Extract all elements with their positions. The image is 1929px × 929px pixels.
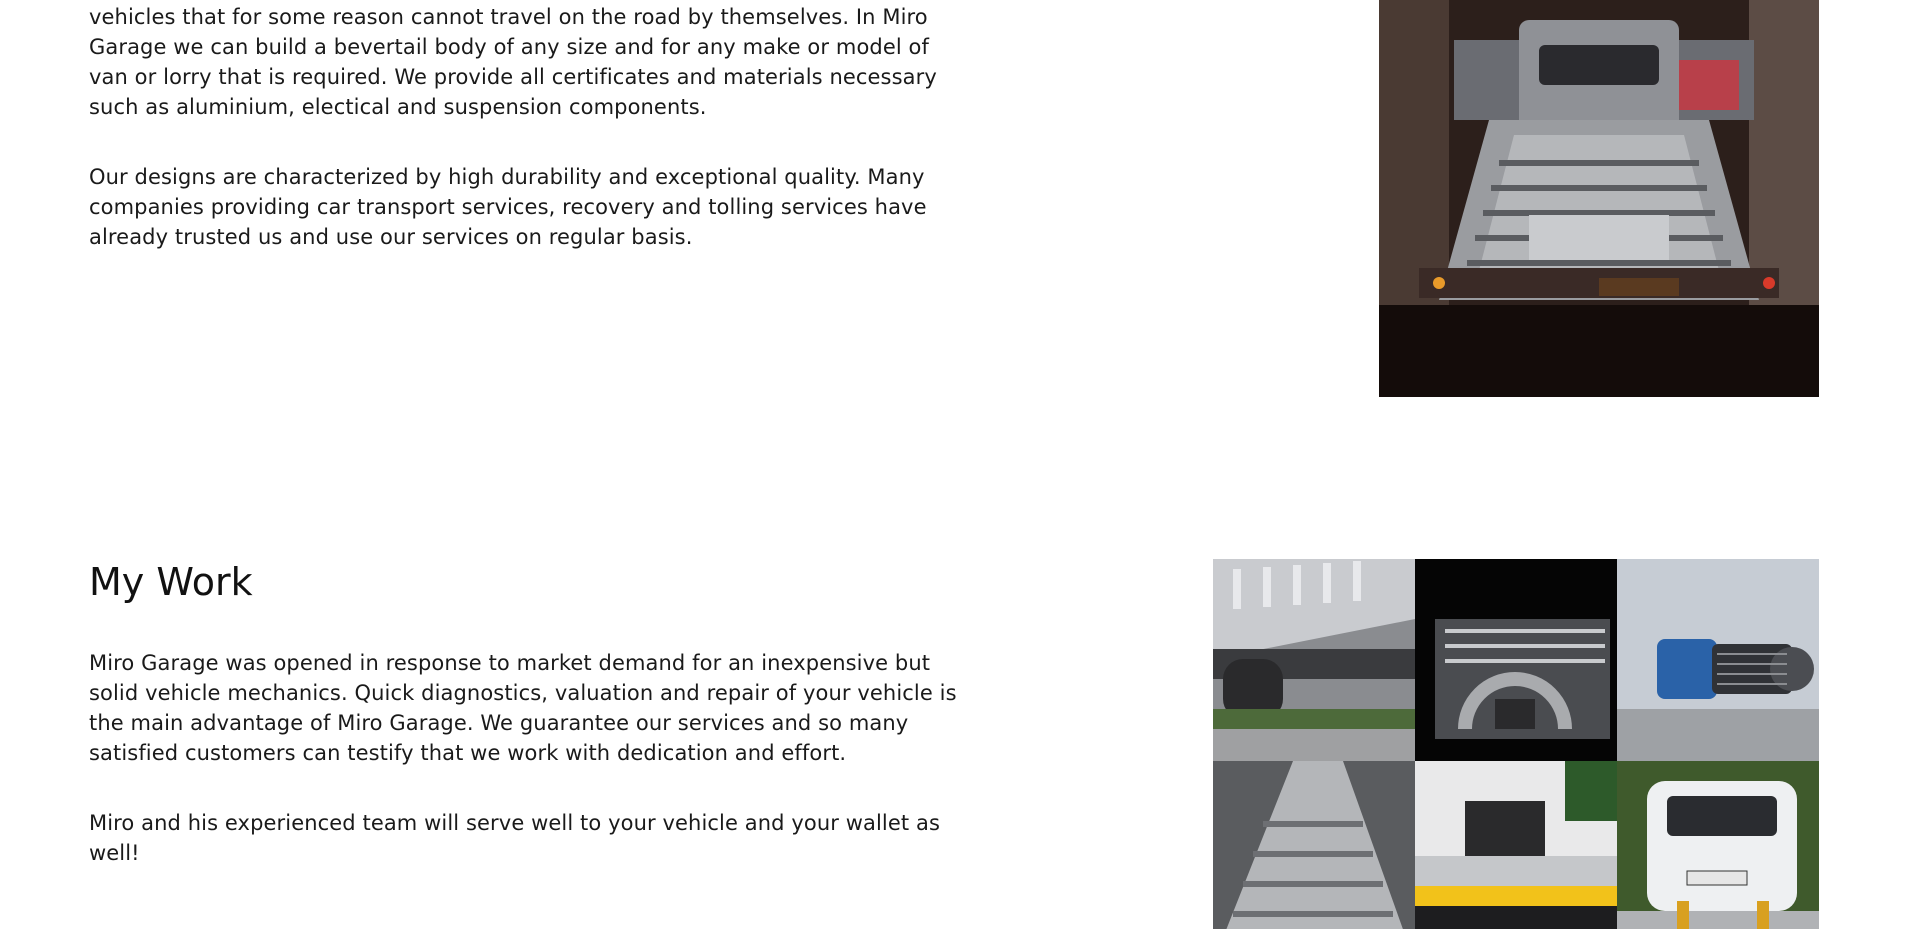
work-paragraph-2: Miro and his experienced team will serve… xyxy=(89,811,941,865)
winch-photo[interactable] xyxy=(1617,559,1819,761)
intro-section: vehicles that for some reason cannot tra… xyxy=(89,2,969,252)
aluminium-ramps-photo[interactable] xyxy=(1213,761,1415,929)
work-gallery xyxy=(1213,559,1819,929)
wheel-arch-detail-photo[interactable] xyxy=(1415,559,1617,761)
truck-underside-photo[interactable] xyxy=(1213,559,1415,761)
work-paragraph-1: Miro Garage was opened in response to ma… xyxy=(89,651,957,765)
intro-paragraph-2: Our designs are characterized by high du… xyxy=(89,165,927,249)
van-on-trailer-photo[interactable] xyxy=(1617,761,1819,929)
section-title: My Work xyxy=(89,560,253,604)
truck-bed-equipment-photo[interactable] xyxy=(1415,761,1617,929)
my-work-section: My Work Miro Garage was opened in respon… xyxy=(89,560,969,868)
intro-paragraph-1: vehicles that for some reason cannot tra… xyxy=(89,5,937,119)
tow-truck-bed-photo xyxy=(1379,0,1819,397)
